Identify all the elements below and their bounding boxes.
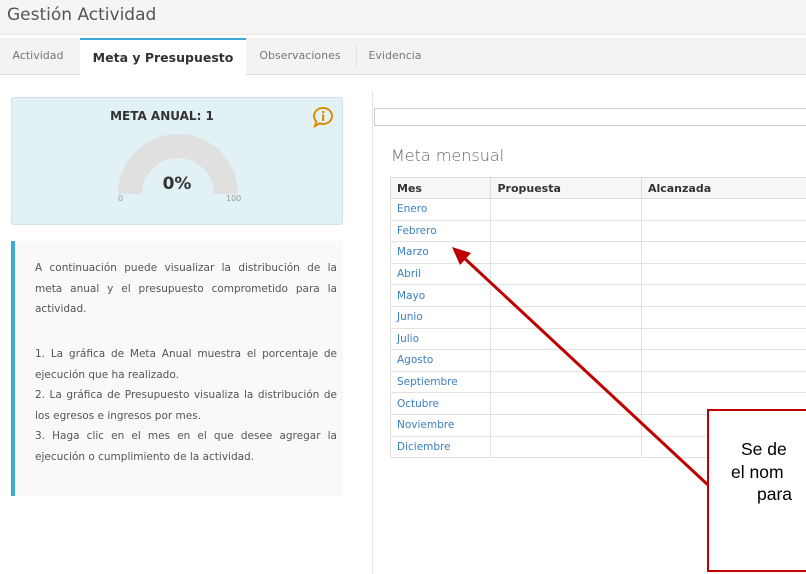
gauge-max-label: 100 xyxy=(226,194,242,203)
alcanzada-cell xyxy=(640,284,806,307)
page-title: Gestión Actividad xyxy=(7,5,157,25)
table-row: Enero xyxy=(389,198,806,221)
alcanzada-cell xyxy=(640,241,806,264)
instructions-panel: A continuación puede visualizar la distr… xyxy=(11,241,343,496)
propuesta-cell xyxy=(490,349,642,372)
alcanzada-cell xyxy=(640,349,806,372)
tab-actividad[interactable]: Actividad xyxy=(0,38,76,74)
propuesta-cell xyxy=(490,413,642,437)
tab-evidencia[interactable]: Evidencia xyxy=(360,38,430,74)
meta-anual-card: META ANUAL: 1 0% 0 100 xyxy=(11,97,343,225)
tab-observaciones[interactable]: Observaciones xyxy=(250,38,350,74)
propuesta-cell xyxy=(490,392,642,415)
column-header-propuesta: Propuesta xyxy=(490,177,642,199)
annotation-line-1: Se de xyxy=(741,439,787,459)
propuesta-cell xyxy=(490,241,642,264)
alcanzada-cell xyxy=(640,219,806,243)
column-header-alcanzada: Alcanzada xyxy=(640,177,806,199)
alcanzada-cell xyxy=(640,370,806,394)
propuesta-cell xyxy=(490,198,642,221)
alcanzada-cell xyxy=(640,327,806,351)
month-link[interactable]: Diciembre xyxy=(389,435,492,459)
month-link[interactable]: Junio xyxy=(389,305,492,329)
gauge-value: 0% xyxy=(162,174,192,194)
alcanzada-cell xyxy=(640,262,806,286)
gauge-min-label: 0 xyxy=(118,194,124,203)
propuesta-cell xyxy=(490,284,642,307)
alcanzada-cell xyxy=(640,305,806,329)
info-icon[interactable] xyxy=(312,106,334,128)
propuesta-cell xyxy=(490,262,642,286)
propuesta-cell xyxy=(490,370,642,394)
instructions-step-1: 1. La gráfica de Meta Anual muestra el p… xyxy=(35,348,337,381)
instructions-step-2: 2. La gráfica de Presupuesto visualiza l… xyxy=(35,389,337,422)
month-link[interactable]: Agosto xyxy=(389,349,492,372)
meta-anual-title: META ANUAL: 1 xyxy=(110,109,214,123)
annotation-line-3: para xyxy=(757,484,793,504)
alcanzada-cell xyxy=(640,198,806,221)
table-row: Julio xyxy=(389,327,806,351)
table-row: Mayo xyxy=(389,284,806,307)
meta-mensual-title: Meta mensual xyxy=(391,146,505,165)
month-link[interactable]: Marzo xyxy=(389,241,492,264)
month-link[interactable]: Abril xyxy=(389,262,492,286)
month-link[interactable]: Septiembre xyxy=(389,370,492,394)
instructions-intro: A continuación puede visualizar la distr… xyxy=(35,262,337,315)
budget-bar xyxy=(374,108,806,126)
table-row: Abril xyxy=(389,262,806,286)
annotation-callout: Se de el nom para xyxy=(707,409,806,572)
table-row: Agosto xyxy=(389,349,806,372)
tab-bar: Actividad Meta y Presupuesto Observacion… xyxy=(0,38,806,75)
annotation-line-2: el nom xyxy=(731,462,784,482)
table-header-row: Mes Propuesta Alcanzada xyxy=(389,177,806,199)
instructions-step-3: 3. Haga clic en el mes en el que desee a… xyxy=(35,430,337,463)
propuesta-cell xyxy=(490,305,642,329)
table-row: Febrero xyxy=(389,219,806,243)
month-link[interactable]: Noviembre xyxy=(389,413,492,437)
propuesta-cell xyxy=(490,327,642,351)
page-header: Gestión Actividad xyxy=(0,0,806,35)
month-link[interactable]: Octubre xyxy=(389,392,492,415)
column-header-mes: Mes xyxy=(389,177,492,199)
month-link[interactable]: Febrero xyxy=(389,219,492,243)
table-row: Marzo xyxy=(389,241,806,264)
month-link[interactable]: Julio xyxy=(389,327,492,351)
table-row: Junio xyxy=(389,305,806,329)
tab-meta-presupuesto[interactable]: Meta y Presupuesto xyxy=(80,38,246,75)
table-row: Septiembre xyxy=(389,370,806,394)
propuesta-cell xyxy=(490,219,642,243)
month-link[interactable]: Enero xyxy=(389,198,492,221)
propuesta-cell xyxy=(490,435,642,459)
tab-divider xyxy=(356,44,357,68)
month-link[interactable]: Mayo xyxy=(389,284,492,307)
